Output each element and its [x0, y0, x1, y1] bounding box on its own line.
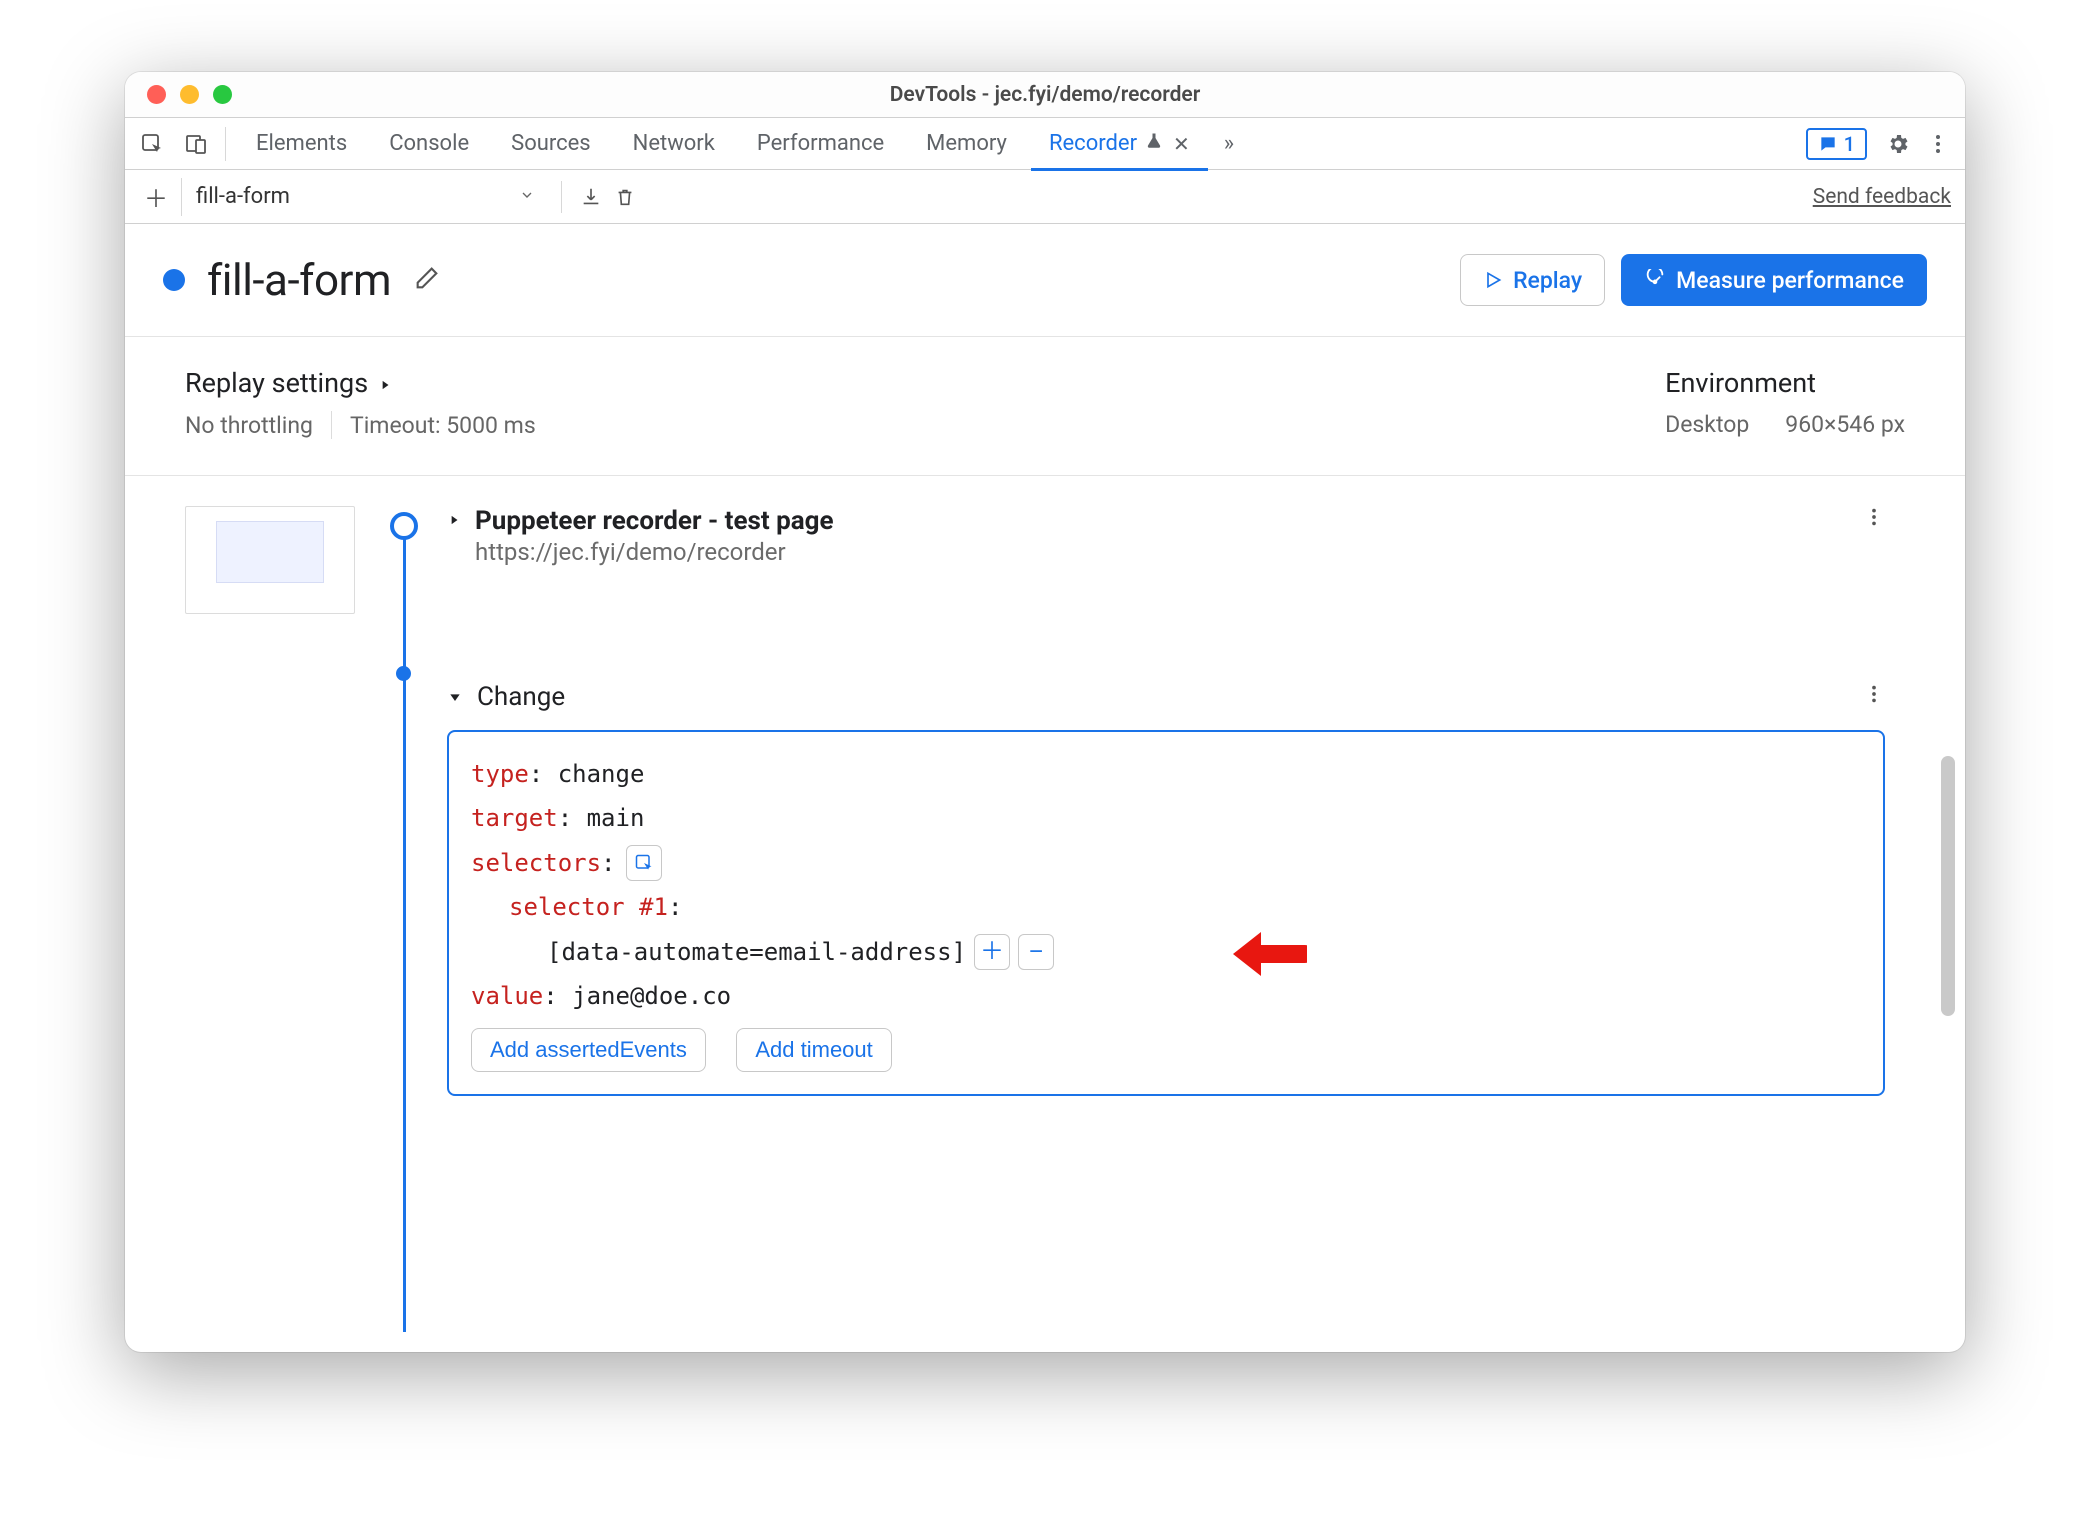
tab-console[interactable]: Console — [371, 118, 487, 170]
device-toggle-icon[interactable] — [179, 127, 213, 161]
step-details-card: type: change target: main selectors: sel… — [447, 730, 1885, 1096]
recorder-toolbar: ＋ fill-a-form Send feedback — [125, 170, 1965, 224]
status-dot — [163, 269, 185, 291]
step-navigate: Puppeteer recorder - test page https://j… — [447, 506, 1885, 566]
step-url: https://jec.fyi/demo/recorder — [475, 538, 834, 566]
timeout-value: Timeout: 5000 ms — [350, 412, 536, 439]
kv-key: value — [471, 982, 543, 1010]
recording-header: fill-a-form Replay Measure performance — [125, 224, 1965, 337]
tab-memory[interactable]: Memory — [908, 118, 1025, 170]
timeline-start-node — [390, 512, 418, 540]
minimize-window-button[interactable] — [180, 85, 199, 104]
add-asserted-events-button[interactable]: Add assertedEvents — [471, 1028, 706, 1072]
settings-row: Replay settings No throttling Timeout: 5… — [125, 337, 1965, 476]
scrollbar-thumb[interactable] — [1941, 756, 1955, 1016]
maximize-window-button[interactable] — [213, 85, 232, 104]
viewport-value: 960×546 px — [1785, 411, 1905, 438]
step-title: Puppeteer recorder - test page — [475, 506, 834, 536]
measure-performance-button[interactable]: Measure performance — [1621, 254, 1927, 306]
play-icon — [1483, 270, 1503, 290]
selector-value[interactable]: [data-automate=email-address] — [547, 930, 966, 974]
more-menu-icon[interactable] — [1921, 127, 1955, 161]
kv-key: selectors — [471, 841, 601, 885]
delete-icon[interactable] — [608, 180, 642, 214]
step-menu-icon[interactable] — [1863, 683, 1885, 711]
close-tab-icon[interactable]: ✕ — [1173, 132, 1190, 156]
kv-value[interactable]: main — [587, 804, 645, 832]
kv-value[interactable]: jane@doe.co — [572, 982, 731, 1010]
kv-key: type — [471, 760, 529, 788]
chat-icon — [1818, 134, 1838, 154]
recording-dropdown[interactable]: fill-a-form — [181, 178, 549, 216]
tab-performance[interactable]: Performance — [739, 118, 902, 170]
window-title: DevTools - jec.fyi/demo/recorder — [125, 83, 1965, 107]
add-selector-button[interactable]: ＋ — [974, 934, 1010, 970]
settings-gear-icon[interactable] — [1881, 127, 1915, 161]
timeline-line — [403, 522, 406, 1332]
collapse-icon[interactable] — [447, 512, 461, 531]
steps-timeline: Puppeteer recorder - test page https://j… — [125, 476, 1965, 1332]
gauge-icon — [1644, 269, 1666, 291]
more-tabs-icon[interactable]: » — [1214, 131, 1244, 156]
tab-recorder[interactable]: Recorder ✕ — [1031, 118, 1208, 170]
edit-title-icon[interactable] — [413, 264, 441, 296]
export-icon[interactable] — [574, 180, 608, 214]
titlebar: DevTools - jec.fyi/demo/recorder — [125, 72, 1965, 118]
chevron-down-icon — [519, 184, 535, 209]
issues-badge[interactable]: 1 — [1806, 128, 1867, 160]
replay-button[interactable]: Replay — [1460, 254, 1605, 306]
inspect-icon[interactable] — [135, 127, 169, 161]
selector-picker-icon[interactable] — [626, 845, 662, 881]
chevron-right-icon — [378, 367, 392, 399]
divider — [561, 181, 562, 213]
tab-network[interactable]: Network — [615, 118, 733, 170]
add-timeout-button[interactable]: Add timeout — [736, 1028, 891, 1072]
kv-key: selector #1 — [509, 893, 668, 921]
kv-value[interactable]: change — [558, 760, 645, 788]
device-value: Desktop — [1665, 411, 1749, 438]
tab-elements[interactable]: Elements — [238, 118, 365, 170]
page-thumbnail — [185, 506, 355, 614]
kv-key: target — [471, 804, 558, 832]
timeline-step-node — [396, 666, 411, 681]
step-change: Change type: change target: main selecto… — [447, 682, 1885, 1096]
throttling-value: No throttling — [185, 412, 313, 439]
recording-title: fill-a-form — [207, 254, 391, 306]
panel-tabstrip: Elements Console Sources Network Perform… — [125, 118, 1965, 170]
scrollbar[interactable] — [1941, 476, 1955, 1332]
close-window-button[interactable] — [147, 85, 166, 104]
step-menu-icon[interactable] — [1863, 506, 1885, 534]
flask-icon — [1145, 131, 1163, 156]
expand-icon[interactable] — [447, 682, 463, 712]
traffic-lights — [125, 85, 232, 104]
new-recording-button[interactable]: ＋ — [139, 179, 173, 214]
remove-selector-button[interactable]: − — [1018, 934, 1054, 970]
devtools-window: DevTools - jec.fyi/demo/recorder Element… — [125, 72, 1965, 1352]
environment-heading: Environment — [1665, 367, 1905, 399]
step-label: Change — [477, 682, 565, 712]
send-feedback-link[interactable]: Send feedback — [1813, 185, 1951, 209]
replay-settings-heading[interactable]: Replay settings — [185, 367, 536, 399]
tab-sources[interactable]: Sources — [493, 118, 609, 170]
